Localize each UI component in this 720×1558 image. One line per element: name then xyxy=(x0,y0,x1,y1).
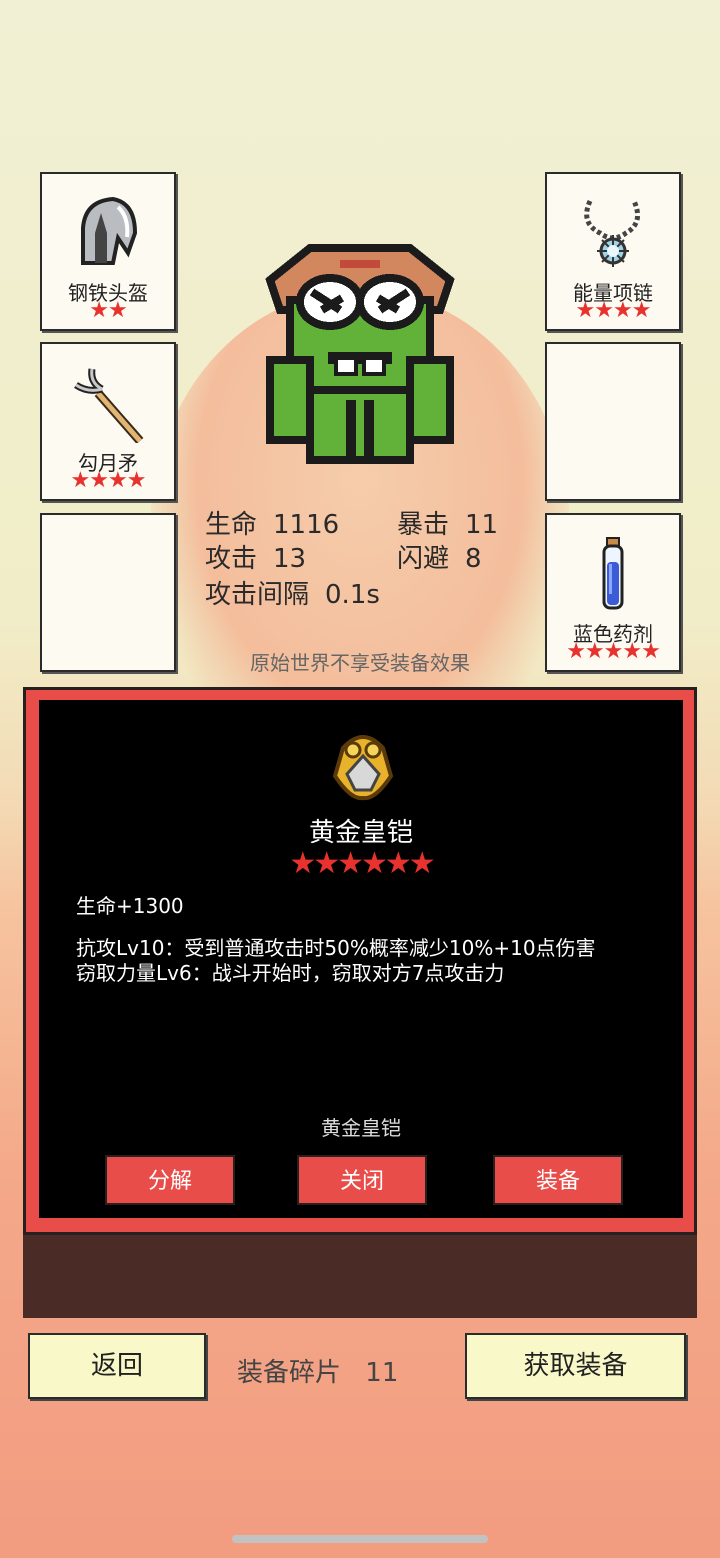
inventory-strip xyxy=(23,1235,697,1318)
world-note: 原始世界不享受装备效果 xyxy=(250,651,470,675)
dialog-body: 黄金皇铠 ★★★★★★ 生命+1300 抗攻Lv10：受到普通攻击时50%概率减… xyxy=(39,700,683,1218)
frog-character xyxy=(250,240,470,474)
home-indicator[interactable] xyxy=(232,1535,488,1543)
slot-stars: ★★★★ xyxy=(575,298,652,323)
item-dialog: 黄金皇铠 ★★★★★★ 生命+1300 抗攻Lv10：受到普通攻击时50%概率减… xyxy=(23,687,697,1235)
stat-crit: 暴击 11 xyxy=(397,504,498,541)
decompose-button[interactable]: 分解 xyxy=(105,1155,235,1205)
slot-necklace[interactable]: 能量项链 ★★★★ xyxy=(545,172,681,331)
stat-atk: 攻击 13 xyxy=(205,538,306,575)
stat-label: 攻击间隔 xyxy=(205,580,310,610)
necklace-icon xyxy=(547,188,679,278)
stat-hp: 生命 1116 xyxy=(205,504,339,541)
fragments-label: 装备碎片 xyxy=(237,1358,342,1388)
slot-empty-right[interactable] xyxy=(545,342,681,501)
stat-interval: 攻击间隔 0.1s xyxy=(205,574,380,611)
slot-stars: ★★★★ xyxy=(70,468,147,493)
stat-value: 1116 xyxy=(273,510,340,540)
slot-weapon[interactable]: 勾月矛 ★★★★ xyxy=(40,342,176,501)
back-button[interactable]: 返回 xyxy=(28,1333,206,1399)
stat-label: 生命 xyxy=(205,510,258,540)
item-bonus: 生命+1300 xyxy=(76,894,184,918)
helmet-icon xyxy=(42,188,174,278)
slot-helmet[interactable]: 钢铁头盔 ★★ xyxy=(40,172,176,331)
item-title: 黄金皇铠 xyxy=(308,818,413,848)
potion-icon xyxy=(547,529,679,619)
golden-armor-icon xyxy=(325,728,401,808)
spear-icon xyxy=(42,358,174,448)
stat-dodge: 闪避 8 xyxy=(397,538,482,575)
stat-value: 13 xyxy=(273,544,307,574)
stat-value: 11 xyxy=(465,510,499,540)
stat-value: 8 xyxy=(465,544,482,574)
fragments-counter: 装备碎片 11 xyxy=(237,1352,398,1389)
close-button[interactable]: 关闭 xyxy=(297,1155,427,1205)
slot-stars: ★★ xyxy=(89,298,127,323)
stat-label: 暴击 xyxy=(397,510,450,540)
equip-button[interactable]: 装备 xyxy=(493,1155,623,1205)
item-stars: ★★★★★★ xyxy=(289,846,435,881)
fragments-value: 11 xyxy=(365,1358,399,1388)
stat-label: 闪避 xyxy=(397,544,450,574)
stat-value: 0.1s xyxy=(325,580,380,610)
get-equipment-button[interactable]: 获取装备 xyxy=(465,1333,686,1399)
item-subname: 黄金皇铠 xyxy=(321,1116,401,1140)
item-effect-2: 窃取力量Lv6：战斗开始时，窃取对方7点攻击力 xyxy=(76,961,505,985)
stat-label: 攻击 xyxy=(205,544,258,574)
